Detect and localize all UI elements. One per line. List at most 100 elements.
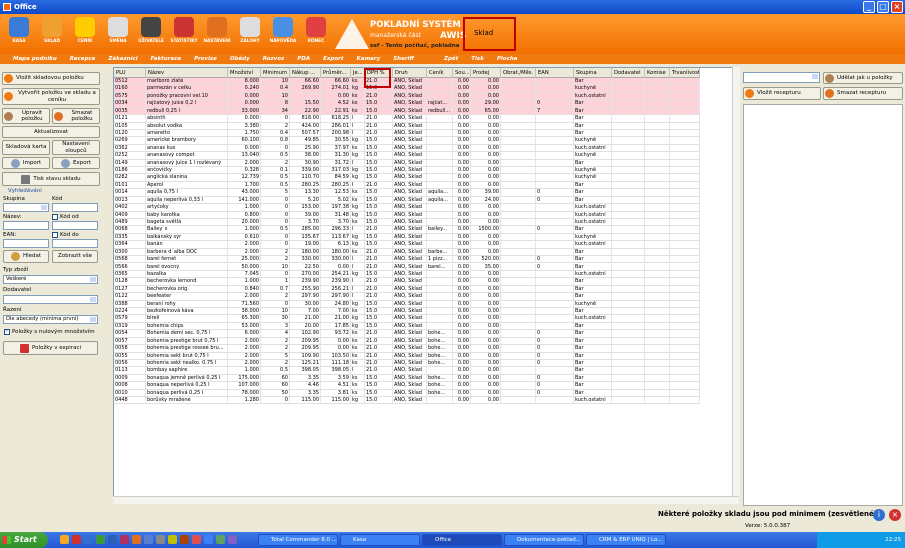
group-select[interactable] bbox=[3, 203, 49, 212]
table-row[interactable]: 0362 ananas kus 0.000 0 25.90 37.97 ks 15.0 ANO,… bbox=[114, 144, 700, 153]
table-row[interactable]: 0057 bohemia prestige brut 0,75 l 2.000 2 20… bbox=[114, 337, 700, 346]
code-to-input[interactable] bbox=[52, 239, 98, 248]
vertical-scrollbar[interactable] bbox=[732, 67, 740, 497]
table-row[interactable]: 0448 borůvky mražené 1.280 0 115.00 115.00 kg 1… bbox=[114, 397, 700, 405]
menu-item[interactable]: Fakturace bbox=[151, 56, 181, 62]
outlook-icon[interactable] bbox=[144, 535, 153, 544]
add-stock-item-button[interactable]: Vložit skladovou položku bbox=[2, 72, 100, 85]
table-row[interactable]: 0056 bohemia sekt nealko. 0,75 l 2.000 2 125… bbox=[114, 359, 700, 368]
code-input[interactable] bbox=[52, 203, 98, 212]
toolbar-button-5[interactable]: STATISTIKY bbox=[169, 16, 199, 52]
insert-recipe-button[interactable]: Vložit recepturu bbox=[743, 87, 821, 100]
column-header[interactable]: Minimum bbox=[261, 68, 290, 78]
explorer-icon[interactable] bbox=[204, 535, 213, 544]
table-row[interactable]: 0122 beefeater 2.000 2 297.90 297.90 l 21.0 ANO,… bbox=[114, 293, 700, 301]
close-alert-icon[interactable]: × bbox=[889, 509, 901, 521]
powerpoint-icon[interactable] bbox=[132, 535, 141, 544]
column-header[interactable]: Sou... bbox=[453, 68, 471, 78]
menu-item[interactable]: Kamery bbox=[356, 56, 380, 62]
taskbar-task[interactable]: Office bbox=[422, 534, 502, 546]
recipe-list[interactable] bbox=[743, 104, 903, 506]
column-header[interactable]: Skupina bbox=[574, 68, 612, 78]
table-row[interactable]: 0149 ananasový juice 1 l rozlévaný 2.000 2 3… bbox=[114, 159, 700, 168]
toolbar-button-0[interactable]: KASA bbox=[4, 16, 34, 52]
import-button[interactable]: Import bbox=[2, 157, 50, 169]
table-row[interactable]: 0319 bohemia chips 53.000 3 20.00 17.85 kg 15.0… bbox=[114, 322, 700, 331]
table-row[interactable]: 0113 bombay saphire 1.000 0.5 398.05 398.05 l 2… bbox=[114, 367, 700, 375]
code-from-input[interactable] bbox=[52, 221, 98, 230]
table-row[interactable]: 0068 Bailey´s 1.000 0.5 285.00 296.33 l 21.0 ANO… bbox=[114, 226, 700, 234]
table-row[interactable]: 0105 absolut vodka 3.380 2 424.00 286.01 l 21.0… bbox=[114, 122, 700, 130]
menu-item[interactable]: Zákazníci bbox=[108, 56, 137, 62]
menu-item[interactable]: Recepce bbox=[70, 56, 96, 62]
toolbar-button-9[interactable]: KONEC bbox=[301, 16, 331, 52]
column-header[interactable]: Průměr... bbox=[321, 68, 351, 78]
refresh-button[interactable]: Aktualizovat bbox=[2, 126, 100, 138]
table-row[interactable]: 0300 barbera d´alba DOC 2.000 2 180.00 180.00… bbox=[114, 248, 700, 257]
table-row[interactable]: 0512 marlboro zlaté 8.000 10 66.60 66.60 ks 21.… bbox=[114, 78, 700, 86]
table-row[interactable]: 0101 Aperol 1.700 0.5 280.25 280.25 l 21.0 ANO, … bbox=[114, 181, 700, 190]
close-button[interactable]: × bbox=[891, 1, 903, 13]
column-header[interactable]: Prodej bbox=[471, 68, 501, 78]
recipe-combo[interactable] bbox=[743, 72, 820, 83]
note-icon[interactable] bbox=[168, 535, 177, 544]
create-item-button[interactable]: Vytvořit položku ve skladu a ceníku bbox=[2, 88, 100, 105]
column-header[interactable]: Ceník bbox=[427, 68, 453, 78]
calc-icon[interactable] bbox=[216, 535, 225, 544]
column-header[interactable]: Obrat./Měs. bbox=[501, 68, 536, 78]
menu-item[interactable]: PDA bbox=[297, 56, 310, 62]
toolbar-button-7[interactable]: ZÁLOHY bbox=[235, 16, 265, 52]
toolbar-button-1[interactable]: SKLAD bbox=[37, 16, 67, 52]
delete-item-button[interactable]: Smazat položku bbox=[52, 108, 100, 124]
name-input[interactable] bbox=[3, 221, 49, 230]
table-row[interactable]: 0058 bohemia prestige rosseé bru... 2.000 2… bbox=[114, 345, 700, 353]
table-row[interactable]: 0566 barel ovocný 50.000 10 22.50 0.00 l 21.0 AN… bbox=[114, 263, 700, 271]
toolbar-button-2[interactable]: CENÍK bbox=[70, 16, 100, 52]
column-header[interactable]: Je... bbox=[351, 68, 365, 78]
word-icon[interactable] bbox=[108, 535, 117, 544]
print-stock-button[interactable]: Tisk stavu skladu bbox=[2, 172, 100, 186]
maximize-button[interactable]: □ bbox=[877, 1, 889, 13]
expired-items-button[interactable]: Položky v expiraci bbox=[3, 341, 98, 355]
media-icon[interactable] bbox=[72, 535, 81, 544]
column-header[interactable]: Trvanlivost bbox=[670, 68, 700, 78]
edit-item-button[interactable]: Upravit položku bbox=[2, 108, 50, 124]
toolbar-button-3[interactable]: SMĚNA bbox=[103, 16, 133, 52]
taskbar-task[interactable]: CRM & ERP UNIQ | Lo... bbox=[586, 534, 666, 546]
delete-recipe-button[interactable]: Smazat recepturu bbox=[823, 87, 903, 100]
terminal-icon[interactable] bbox=[228, 535, 237, 544]
taskbar-task[interactable]: Dokumentace-poklad... bbox=[504, 534, 584, 546]
menu-item[interactable]: Obědy bbox=[230, 56, 250, 62]
taskbar-task[interactable]: Kasa bbox=[340, 534, 420, 546]
table-row[interactable]: 0575 ponožky pracovní vel.10 0.000 10 0.00 ks… bbox=[114, 92, 700, 101]
app-icon-generic[interactable] bbox=[156, 535, 165, 544]
table-row[interactable]: 0121 absinth 0.000 0 818.00 618.25 l 21.0 ANO, S… bbox=[114, 115, 700, 123]
table-row[interactable]: 0364 banán 2.000 0 19.00 6.13 kg 15.0 ANO, Sklad… bbox=[114, 241, 700, 249]
column-header[interactable]: Dodavatel bbox=[612, 68, 645, 78]
column-header[interactable]: Nákup ... bbox=[290, 68, 321, 78]
table-row[interactable]: 0035 redbull 0,25 l 33.000 34 22.90 22.91 ks 15… bbox=[114, 107, 700, 116]
table-row[interactable]: 0009 bonaqua jemně perlivá 0,25 l 175.000 6… bbox=[114, 374, 700, 383]
search-button[interactable]: Hledat bbox=[3, 250, 49, 263]
table-row[interactable]: 0054 Bohemia demi sec. 0,75 l 6.000 4 102.90… bbox=[114, 330, 700, 338]
show-all-button[interactable]: Zobrazit vše bbox=[52, 250, 98, 263]
taskbar-task[interactable]: Total Commander 8.0 ... bbox=[258, 534, 338, 546]
menu-item[interactable]: Tisk bbox=[471, 56, 484, 62]
firefox-icon[interactable] bbox=[192, 535, 201, 544]
start-button[interactable]: Start bbox=[0, 532, 48, 548]
ean-input[interactable] bbox=[3, 239, 49, 248]
table-row[interactable]: 0013 aquila neperlivá 0,33 l 141.000 0 5.20 5… bbox=[114, 196, 700, 205]
table-row[interactable]: 0489 bageta světlá 20.000 0 3.70 3.70 ks 15.0 AN… bbox=[114, 218, 700, 227]
table-row[interactable]: 0402 artyčoky 1.000 0 153.00 197.38 kg 15.0 ANO,… bbox=[114, 204, 700, 212]
menu-item[interactable]: Plocha bbox=[497, 56, 518, 62]
minimize-button[interactable]: _ bbox=[863, 1, 875, 13]
table-row[interactable]: 0120 amaretto 1.750 0.4 507.57 200.98 l 21.0 ANO… bbox=[114, 129, 700, 138]
table-row[interactable]: 0127 becherovka orig. 0.840 0.7 255.90 256.21… bbox=[114, 285, 700, 294]
toolbar-button-4[interactable]: UŽIVATELÉ bbox=[136, 16, 166, 52]
code-from-checkbox[interactable] bbox=[52, 214, 58, 220]
menu-item[interactable]: Export bbox=[323, 56, 343, 62]
excel-icon[interactable] bbox=[96, 535, 105, 544]
menu-item[interactable]: Sheriff bbox=[393, 56, 414, 62]
table-row[interactable]: 0160 parmezán v celku 0.240 0.4 269.90 274.01… bbox=[114, 85, 700, 93]
zero-items-checkbox[interactable]: ✓ bbox=[4, 328, 10, 335]
